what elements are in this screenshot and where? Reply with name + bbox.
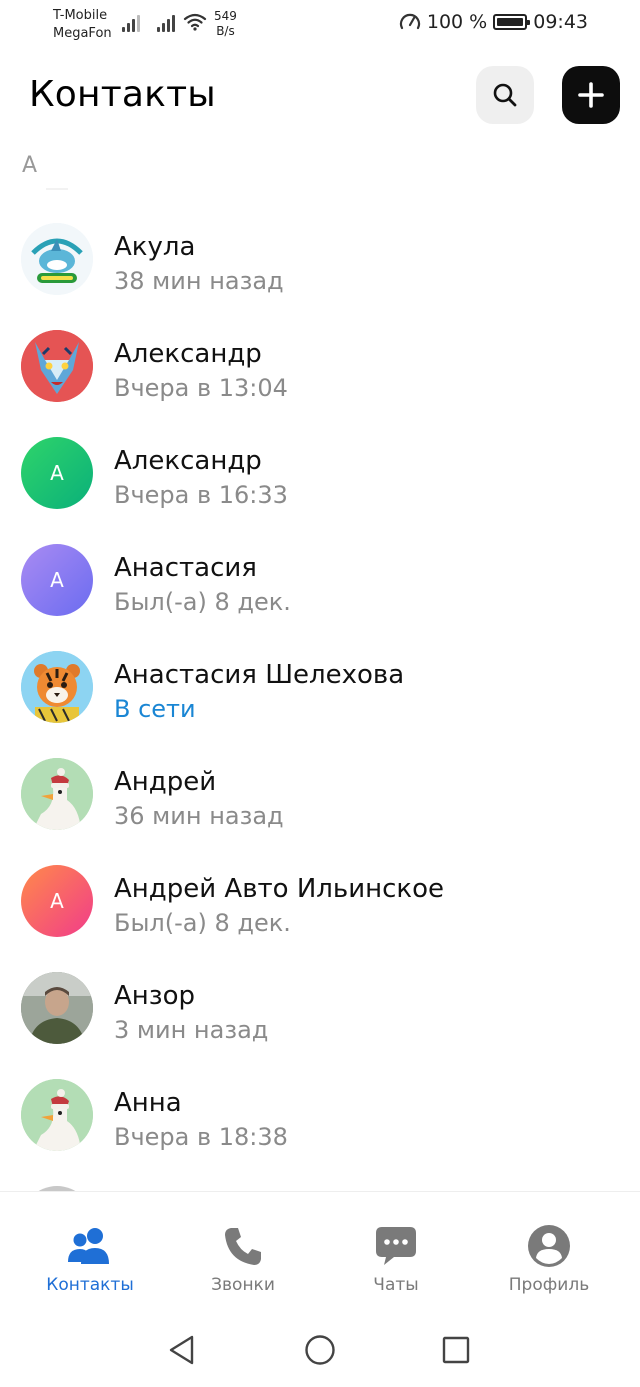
- wifi-icon: [183, 13, 207, 31]
- contact-status: Вчера в 16:33: [114, 481, 288, 509]
- carrier-1: T-Mobile: [53, 8, 108, 23]
- avatar: [21, 223, 93, 295]
- clock: 09:43: [533, 11, 588, 33]
- contact-name: Андрей Авто Ильинское: [114, 874, 445, 904]
- avatar: А: [21, 544, 93, 616]
- contact-item[interactable]: Андрей 36 мин назад: [0, 741, 640, 848]
- contact-name: Андрей: [114, 767, 217, 797]
- search-icon: [493, 83, 517, 107]
- avatar: А: [21, 865, 93, 937]
- profile-icon: [525, 1222, 573, 1270]
- contact-status-online: В сети: [114, 695, 196, 723]
- tab-label: Звонки: [211, 1275, 275, 1295]
- recents-button[interactable]: [434, 1328, 478, 1372]
- contact-item[interactable]: Анна Вчера в 18:38: [0, 1062, 640, 1169]
- avatar-letter: А: [50, 889, 64, 913]
- tab-chats[interactable]: Чаты: [316, 1192, 476, 1307]
- person-photo: [21, 972, 93, 1044]
- goose-image: [21, 758, 93, 830]
- status-right: 100 % 09:43: [399, 11, 588, 33]
- contact-item[interactable]: Анастасия Шелехова В сети: [0, 634, 640, 741]
- avatar: [21, 758, 93, 830]
- carrier-names: T-Mobile MegaFon: [53, 7, 112, 43]
- tiger-image: [21, 651, 93, 723]
- contact-name: Анзор: [114, 981, 196, 1011]
- network-speed-unit: B/s: [216, 24, 235, 38]
- system-nav-bar: [0, 1306, 640, 1387]
- network-speed-value: 549: [214, 9, 237, 23]
- tab-calls[interactable]: Звонки: [163, 1192, 323, 1307]
- contact-name: Анастасия Шелехова: [114, 660, 405, 690]
- contact-status: 3 мин назад: [114, 1016, 269, 1044]
- home-icon: [305, 1335, 335, 1365]
- contact-status: 38 мин назад: [114, 267, 284, 295]
- back-icon: [169, 1335, 194, 1365]
- contact-name: Анна: [114, 1088, 182, 1118]
- avatar-letter: А: [50, 461, 64, 485]
- tab-label: Чаты: [373, 1275, 419, 1295]
- home-button[interactable]: [298, 1328, 342, 1372]
- contact-status: Был(-а) 8 дек.: [114, 588, 291, 616]
- tab-label: Контакты: [46, 1275, 134, 1295]
- section-letter: А: [22, 153, 38, 178]
- tab-contacts[interactable]: Контакты: [10, 1192, 170, 1307]
- speedometer-icon: [399, 13, 420, 30]
- contact-name: Акула: [114, 232, 196, 262]
- back-button[interactable]: [160, 1328, 204, 1372]
- avatar: [21, 1079, 93, 1151]
- goose-image: [21, 1079, 93, 1151]
- network-speed: 549 B/s: [214, 9, 237, 39]
- shark-logo-image: [21, 223, 93, 295]
- contact-status: Вчера в 18:38: [114, 1123, 288, 1151]
- page-title: Контакты: [29, 74, 216, 115]
- tab-profile[interactable]: Профиль: [469, 1192, 629, 1307]
- contact-item[interactable]: Александр Вчера в 13:04: [0, 313, 640, 420]
- contact-status: 36 мин назад: [114, 802, 284, 830]
- contact-item-partial[interactable]: [0, 1169, 640, 1191]
- status-bar: T-Mobile MegaFon 549 B/s 100 % 09:43: [0, 0, 640, 50]
- signal-icon: [122, 14, 142, 32]
- header: Контакты: [0, 60, 640, 130]
- contact-list[interactable]: Акула 38 мин назад Александр Вчера в 13:…: [0, 206, 640, 1191]
- contact-status: Вчера в 13:04: [114, 374, 288, 402]
- avatar: [21, 972, 93, 1044]
- contact-item[interactable]: А Александр Вчера в 16:33: [0, 420, 640, 527]
- contact-name: Александр: [114, 446, 262, 476]
- contacts-icon: [66, 1222, 114, 1270]
- carrier-2: MegaFon: [53, 26, 112, 41]
- contact-name: Александр: [114, 339, 262, 369]
- search-button[interactable]: [476, 66, 534, 124]
- wolf-image: [21, 330, 93, 402]
- phone-icon: [219, 1222, 267, 1270]
- tab-label: Профиль: [508, 1275, 590, 1295]
- avatar-letter: А: [50, 568, 64, 592]
- avatar: А: [21, 437, 93, 509]
- contact-item[interactable]: Акула 38 мин назад: [0, 206, 640, 313]
- chat-icon: [372, 1222, 420, 1270]
- contact-item[interactable]: А Анастасия Был(-а) 8 дек.: [0, 527, 640, 634]
- section-divider: [46, 188, 68, 190]
- battery-percent: 100 %: [426, 11, 488, 33]
- add-contact-button[interactable]: [562, 66, 620, 124]
- signal-icon: [157, 14, 177, 32]
- avatar: [21, 330, 93, 402]
- avatar: [21, 651, 93, 723]
- contact-name: Анастасия: [114, 553, 257, 583]
- contact-item[interactable]: А Андрей Авто Ильинское Был(-а) 8 дек.: [0, 848, 640, 955]
- contact-item[interactable]: Анзор 3 мин назад: [0, 955, 640, 1062]
- tab-bar: Контакты Звонки Чаты Профиль: [0, 1191, 640, 1306]
- contact-status: Был(-а) 8 дек.: [114, 909, 291, 937]
- battery-icon: [493, 14, 531, 30]
- recents-icon: [442, 1336, 470, 1364]
- plus-icon: [578, 82, 604, 108]
